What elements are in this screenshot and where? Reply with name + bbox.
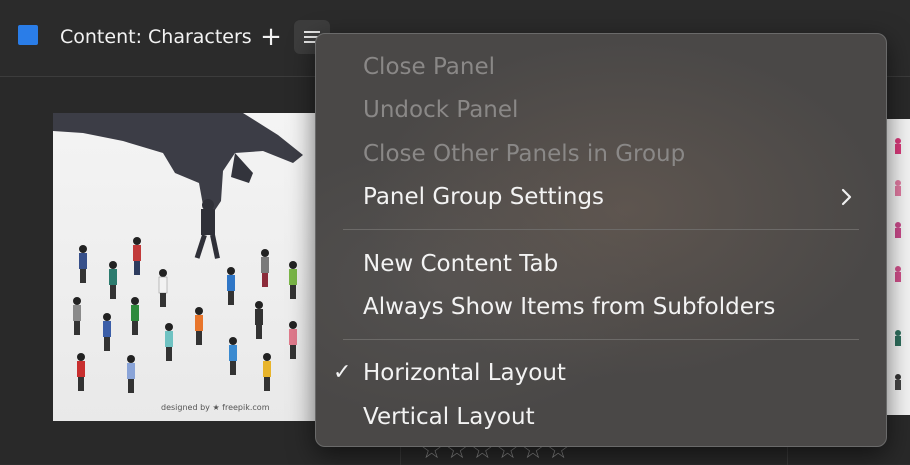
crowd-illustration (53, 113, 303, 393)
panel-title[interactable]: Content: Characters (60, 24, 252, 50)
character-strip-illustration (895, 138, 901, 390)
menu-item-vertical-layout[interactable]: Vertical Layout (316, 399, 886, 435)
menu-item-label: Close Panel (363, 54, 496, 80)
menu-item-panel-group-settings[interactable]: Panel Group Settings (316, 179, 886, 215)
menu-item-new-content-tab[interactable]: New Content Tab (316, 246, 886, 282)
menu-item-label: Vertical Layout (363, 404, 535, 430)
menu-separator (343, 229, 859, 230)
menu-item-close-other-panels: Close Other Panels in Group (316, 136, 886, 172)
thumbnail-credit: designed by ★ freepik.com (161, 403, 270, 412)
checkmark-icon: ✓ (333, 360, 352, 385)
menu-item-label: Panel Group Settings (363, 184, 605, 210)
menu-item-label: New Content Tab (363, 251, 559, 277)
content-thumbnail-partial[interactable] (886, 119, 910, 415)
add-tab-button[interactable]: + (258, 23, 284, 51)
content-thumbnail[interactable]: designed by ★ freepik.com (53, 113, 315, 421)
menu-item-close-panel: Close Panel (316, 49, 886, 85)
menu-item-label: Horizontal Layout (363, 360, 566, 386)
menu-item-horizontal-layout[interactable]: ✓ Horizontal Layout (316, 355, 886, 391)
menu-item-label: Close Other Panels in Group (363, 141, 686, 167)
menu-separator (343, 339, 859, 340)
menu-item-always-show-subfolders[interactable]: Always Show Items from Subfolders (316, 289, 886, 325)
panel-options-menu: Close Panel Undock Panel Close Other Pan… (315, 33, 887, 447)
menu-item-label: Undock Panel (363, 97, 519, 123)
chevron-right-icon (841, 188, 852, 206)
panel-color-swatch (18, 25, 38, 45)
menu-item-undock-panel: Undock Panel (316, 92, 886, 128)
menu-item-label: Always Show Items from Subfolders (363, 294, 776, 320)
